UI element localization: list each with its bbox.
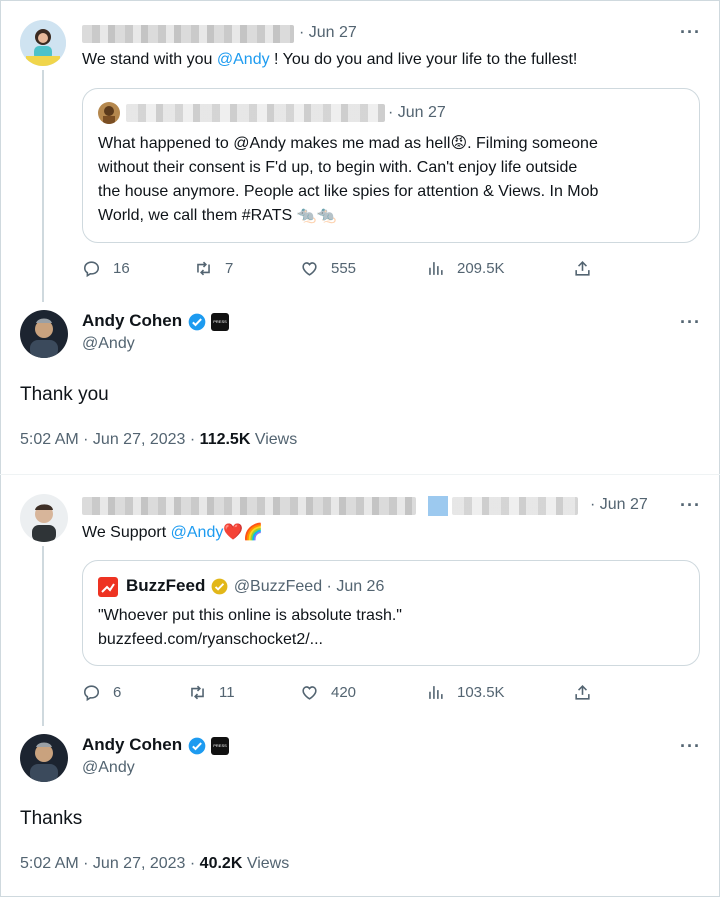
thread-line bbox=[42, 70, 44, 302]
quote-author-line: BuzzFeed @BuzzFeed · Jun 26 bbox=[126, 576, 384, 596]
author-handle[interactable]: @Andy bbox=[82, 335, 135, 353]
quote-text: What happened to @Andy makes me mad as h… bbox=[98, 135, 599, 224]
retweet-count: 11 bbox=[219, 684, 235, 701]
more-options-button[interactable]: ··· bbox=[680, 495, 701, 516]
reply-icon bbox=[83, 261, 100, 278]
reply-text: Thank you bbox=[20, 384, 109, 405]
heart-icon bbox=[302, 262, 317, 276]
retweet-button[interactable]: 11 bbox=[188, 683, 235, 702]
tweet-date[interactable]: · Jun 27 bbox=[590, 496, 648, 514]
like-count: 555 bbox=[331, 260, 357, 277]
tweet-date[interactable]: · Jun 27 bbox=[299, 24, 357, 42]
affiliate-badge: PRESS bbox=[211, 736, 230, 755]
thread-line bbox=[42, 546, 44, 726]
affiliate-badge: PRESS bbox=[211, 312, 230, 331]
more-options-button[interactable]: ··· bbox=[680, 22, 701, 43]
blurred-author-name bbox=[82, 25, 294, 43]
retweet-icon bbox=[191, 685, 204, 700]
quote-author-name: BuzzFeed bbox=[126, 576, 206, 595]
quote-handle-date: @BuzzFeed · Jun 26 bbox=[233, 578, 385, 595]
analytics-icon bbox=[429, 686, 443, 699]
more-options-button[interactable]: ··· bbox=[680, 736, 701, 757]
gold-verified-badge-icon bbox=[211, 578, 228, 595]
like-count: 420 bbox=[331, 684, 357, 701]
reply-button[interactable]: 6 bbox=[82, 683, 121, 702]
view-count: 103.5K bbox=[457, 684, 505, 701]
tweet-text: We stand with you @Andy ! You do you and… bbox=[82, 51, 578, 68]
avatar bbox=[98, 102, 120, 124]
mention-link[interactable]: @Andy bbox=[217, 51, 270, 68]
blurred-author-handle bbox=[452, 497, 578, 515]
retweet-count: 7 bbox=[225, 260, 234, 277]
quote-text: "Whoever put this online is absolute tra… bbox=[98, 607, 402, 624]
reply-count: 6 bbox=[113, 684, 122, 701]
author-name[interactable]: Andy Cohen bbox=[82, 311, 182, 330]
reply-icon bbox=[83, 685, 100, 702]
retweet-icon bbox=[197, 261, 210, 276]
mention-link[interactable]: @Andy bbox=[171, 524, 224, 541]
more-options-button[interactable]: ··· bbox=[680, 312, 701, 333]
avatar[interactable] bbox=[20, 734, 68, 782]
reply-button[interactable]: 16 bbox=[82, 259, 130, 278]
quote-link[interactable]: buzzfeed.com/ryanschocket2/... bbox=[98, 628, 323, 652]
timestamp[interactable]: 5:02 AM · Jun 27, 2023 · 40.2K Views bbox=[20, 855, 289, 873]
share-icon bbox=[575, 685, 590, 700]
tweet-text: We Support @Andy❤️🌈 bbox=[82, 524, 264, 541]
share-button[interactable] bbox=[573, 259, 592, 278]
heart-rainbow-emoji: ❤️🌈 bbox=[223, 524, 264, 541]
blurred-author-name bbox=[126, 104, 385, 122]
rat-emoji: 🐀🐀 bbox=[296, 207, 337, 224]
author-name[interactable]: Andy Cohen bbox=[82, 735, 182, 754]
buzzfeed-logo-icon bbox=[98, 577, 118, 597]
reply-count: 16 bbox=[113, 260, 130, 277]
author-line: Andy Cohen PRESS bbox=[82, 311, 230, 332]
avatar[interactable] bbox=[20, 20, 66, 66]
author-handle[interactable]: @Andy bbox=[82, 759, 135, 777]
avatar[interactable] bbox=[20, 310, 68, 358]
views-button[interactable]: 103.5K bbox=[426, 683, 505, 702]
views-button[interactable]: 209.5K bbox=[426, 259, 505, 278]
blurred-verified-icon bbox=[428, 496, 448, 516]
like-button[interactable]: 555 bbox=[300, 259, 356, 278]
share-button[interactable] bbox=[573, 683, 592, 702]
quote-date: · Jun 27 bbox=[388, 104, 446, 121]
verified-badge-icon bbox=[188, 737, 205, 755]
retweet-button[interactable]: 7 bbox=[194, 259, 233, 278]
timestamp[interactable]: 5:02 AM · Jun 27, 2023 · 112.5K Views bbox=[20, 431, 297, 449]
verified-badge-icon bbox=[188, 313, 205, 331]
like-button[interactable]: 420 bbox=[300, 683, 356, 702]
angry-emoji: 😡 bbox=[450, 135, 468, 152]
analytics-icon bbox=[429, 262, 443, 275]
reply-text: Thanks bbox=[20, 808, 83, 829]
author-line: Andy Cohen PRESS bbox=[82, 735, 230, 756]
divider bbox=[0, 474, 720, 475]
share-icon bbox=[575, 261, 590, 276]
blurred-author-name bbox=[82, 497, 416, 515]
heart-icon bbox=[302, 686, 317, 700]
avatar[interactable] bbox=[20, 494, 68, 542]
view-count: 209.5K bbox=[457, 260, 505, 277]
